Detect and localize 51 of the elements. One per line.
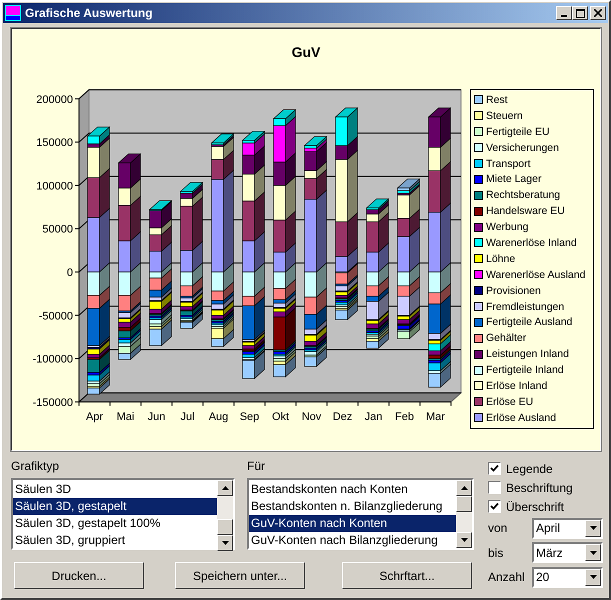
legend-label: Gehälter (486, 332, 526, 344)
x-tick-label: Feb (395, 410, 414, 423)
legend-label: Leistungen Inland (486, 348, 569, 360)
y-tick-label: -50000 (38, 310, 73, 322)
legend-label: Rest (486, 94, 508, 106)
legend-label: Miete Lager (486, 173, 542, 186)
legend-label: Warenerlöse Inland (486, 236, 577, 249)
y-tick-label: 100000 (36, 180, 73, 192)
legend-label: Werbung (486, 221, 528, 234)
x-tick-label: Nov (302, 410, 322, 423)
x-tick-label: Dez (332, 410, 352, 423)
chart-title: GuV (290, 44, 322, 62)
field-label: von (488, 521, 508, 536)
y-tick-label: -100000 (32, 354, 73, 366)
y-tick-label: -150000 (32, 396, 73, 409)
checkbox-label: Legende (506, 462, 553, 476)
y-tick-label: 0 (66, 267, 73, 279)
x-tick-label: Mar (426, 410, 445, 423)
legend-label: Fertigteile EU (486, 126, 550, 138)
y-tick-label: 150000 (36, 137, 73, 150)
group-label: Für (247, 459, 266, 473)
x-tick-label: Jul (180, 410, 195, 423)
x-tick-label: Mai (116, 410, 134, 423)
legend-label: Rechtsberatung (486, 189, 560, 202)
window-title: Grafische Auswertung (25, 6, 154, 20)
field-label: Anzahl (488, 570, 526, 584)
legend-label: Provisionen (486, 284, 541, 297)
x-tick-label: Sep (240, 410, 260, 423)
legend-label: Versicherungen (486, 142, 559, 154)
legend-label: Fremdleistungen (486, 300, 564, 313)
x-tick-label: Aug (208, 410, 228, 423)
checkbox-label: Beschriftung (506, 480, 573, 494)
legend-label: Steuern (486, 110, 523, 122)
checkbox-label: Überschrift (506, 500, 564, 514)
y-tick-label: 200000 (36, 94, 73, 106)
x-tick-label: Okt (272, 410, 290, 423)
legend-label: Transport (486, 158, 531, 170)
y-tick-label: 50000 (42, 224, 73, 236)
legend-label: Handelsware EU (486, 205, 565, 218)
x-tick-label: Apr (86, 410, 104, 423)
legend-label: Löhne (486, 252, 516, 265)
legend-label: Fertigteile Ausland (486, 316, 572, 328)
legend-label: Erlöse Inland (486, 380, 548, 392)
legend-label: Erlöse EU (486, 396, 534, 408)
legend-label: Erlöse Ausland (486, 412, 556, 424)
field-label: bis (488, 546, 504, 560)
group-label: Grafiktyp (11, 459, 60, 473)
x-tick-label: Jan (364, 410, 382, 423)
legend-label: Warenerlöse Ausland (486, 268, 586, 281)
x-tick-label: Jun (148, 410, 166, 423)
legend-label: Fertigteile Inland (486, 364, 564, 376)
